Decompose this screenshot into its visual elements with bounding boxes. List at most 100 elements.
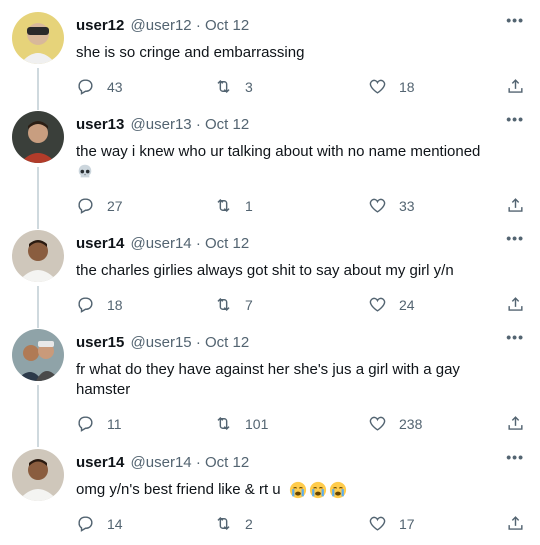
like-button[interactable]: 17 (368, 514, 415, 533)
reply-button[interactable]: 11 (76, 414, 122, 433)
display-name[interactable]: user12 (76, 17, 124, 34)
handle[interactable]: @user14 (131, 454, 192, 471)
retweet-count: 101 (245, 415, 269, 432)
more-icon[interactable]: ••• (506, 230, 524, 246)
reply-button[interactable]: 43 (76, 77, 123, 96)
like-button[interactable]: 238 (368, 414, 422, 433)
separator: · (195, 454, 201, 471)
like-count: 33 (399, 197, 415, 214)
tweet-actions: 11 101 238 (76, 414, 526, 434)
share-icon (506, 514, 525, 533)
reply-button[interactable]: 27 (76, 196, 123, 215)
like-button[interactable]: 24 (368, 295, 415, 314)
reply-icon (76, 77, 95, 96)
tweet-header: user15 @user15 · Oct 12 (76, 333, 249, 353)
handle[interactable]: @user12 (131, 17, 192, 34)
display-name[interactable]: user13 (76, 116, 124, 133)
tweet-text-block: the way i knew who ur talking about with… (76, 142, 516, 182)
reply-icon (76, 196, 95, 215)
retweet-icon (214, 414, 233, 433)
more-icon[interactable]: ••• (506, 449, 524, 465)
tweet[interactable]: user14 @user14 · Oct 12 ••• omg y/n's be… (0, 449, 540, 539)
tweet[interactable]: user13 @user13 · Oct 12 ••• the way i kn… (0, 111, 540, 220)
avatar[interactable] (12, 111, 64, 163)
reply-icon (76, 514, 95, 533)
reply-count: 14 (107, 515, 123, 532)
reply-button[interactable]: 14 (76, 514, 123, 533)
like-count: 17 (399, 515, 415, 532)
retweet-count: 7 (245, 296, 253, 313)
more-icon[interactable]: ••• (506, 329, 524, 345)
skull-emoji (78, 164, 92, 178)
heart-icon (368, 514, 387, 533)
separator: · (195, 116, 201, 133)
display-name[interactable]: user14 (76, 235, 124, 252)
avatar[interactable] (12, 449, 64, 501)
share-button[interactable] (506, 196, 525, 215)
timestamp[interactable]: Oct 12 (205, 17, 249, 34)
more-icon[interactable]: ••• (506, 111, 524, 127)
retweet-button[interactable]: 1 (214, 196, 253, 215)
timestamp[interactable]: Oct 12 (205, 454, 249, 471)
display-name[interactable]: user15 (76, 334, 124, 351)
tweet-actions: 18 7 24 (76, 295, 526, 315)
retweet-icon (214, 196, 233, 215)
share-icon (506, 77, 525, 96)
share-button[interactable] (506, 295, 525, 314)
tweet[interactable]: user14 @user14 · Oct 12 ••• the charles … (0, 230, 540, 320)
heart-icon (368, 414, 387, 433)
tweet-header: user14 @user14 · Oct 12 (76, 234, 249, 254)
share-icon (506, 295, 525, 314)
display-name[interactable]: user14 (76, 454, 124, 471)
emoji-row (76, 163, 94, 181)
avatar[interactable] (12, 12, 64, 64)
crying-emoji (289, 481, 306, 499)
avatar[interactable] (12, 230, 64, 282)
share-button[interactable] (506, 414, 525, 433)
retweet-count: 1 (245, 197, 253, 214)
retweet-button[interactable]: 7 (214, 295, 253, 314)
handle[interactable]: @user13 (131, 116, 192, 133)
tweet-text: omg y/n's best friend like & rt u (76, 481, 281, 498)
retweet-button[interactable]: 2 (214, 514, 253, 533)
like-count: 24 (399, 296, 415, 313)
retweet-count: 2 (245, 515, 253, 532)
emoji-row (289, 481, 347, 499)
reply-count: 27 (107, 197, 123, 214)
tweet[interactable]: user15 @user15 · Oct 12 ••• fr what do t… (0, 329, 540, 438)
heart-icon (368, 196, 387, 215)
separator: · (195, 17, 201, 34)
heart-icon (368, 77, 387, 96)
tweet-text: she is so cringe and embarrassing (76, 44, 305, 61)
tweet-header: user12 @user12 · Oct 12 (76, 16, 249, 36)
separator: · (195, 235, 201, 252)
tweet-actions: 14 2 17 (76, 514, 526, 534)
tweet-header: user13 @user13 · Oct 12 (76, 115, 249, 135)
reply-count: 11 (107, 415, 122, 432)
more-icon[interactable]: ••• (506, 12, 524, 28)
reply-button[interactable]: 18 (76, 295, 123, 314)
tweet-text: fr what do they have against her she's j… (76, 361, 460, 398)
timestamp[interactable]: Oct 12 (205, 116, 249, 133)
like-count: 238 (399, 415, 423, 432)
avatar[interactable] (12, 329, 64, 381)
share-button[interactable] (506, 514, 525, 533)
tweet-actions: 27 1 33 (76, 196, 526, 216)
timestamp[interactable]: Oct 12 (205, 334, 249, 351)
separator: · (195, 334, 201, 351)
handle[interactable]: @user14 (131, 235, 192, 252)
like-button[interactable]: 18 (368, 77, 415, 96)
handle[interactable]: @user15 (131, 334, 192, 351)
retweet-icon (214, 514, 233, 533)
share-icon (506, 414, 525, 433)
retweet-button[interactable]: 101 (214, 414, 268, 433)
like-button[interactable]: 33 (368, 196, 415, 215)
timestamp[interactable]: Oct 12 (205, 235, 249, 252)
retweet-icon (214, 295, 233, 314)
reply-count: 43 (107, 78, 123, 95)
share-button[interactable] (506, 77, 525, 96)
retweet-button[interactable]: 3 (214, 77, 253, 96)
share-icon (506, 196, 525, 215)
crying-emoji (329, 481, 346, 499)
tweet[interactable]: user12 @user12 · Oct 12 ••• she is so cr… (0, 12, 540, 102)
